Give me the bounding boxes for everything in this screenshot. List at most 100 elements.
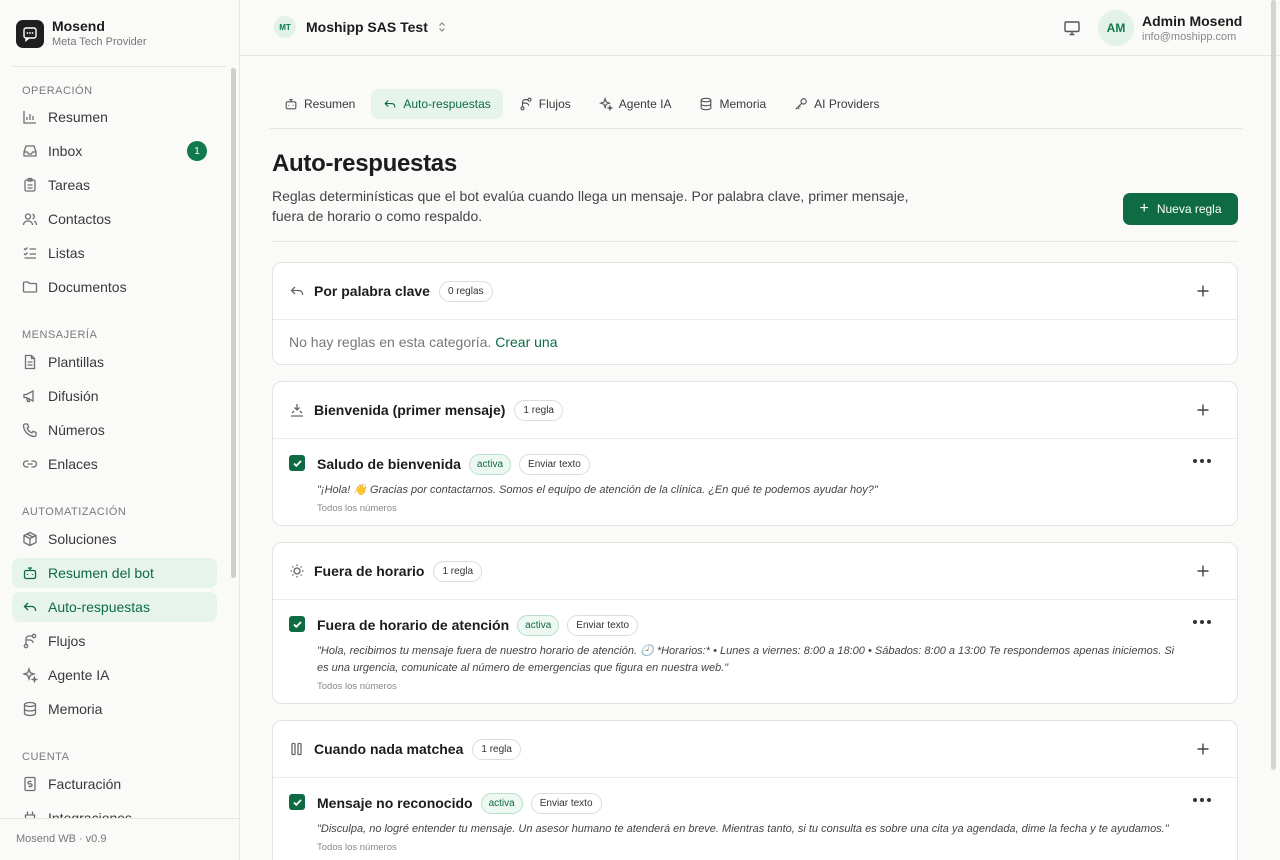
add-rule-icon[interactable] [1195,283,1211,299]
tab-auto-respuestas[interactable]: Auto-respuestas [371,89,503,119]
link-icon [22,460,38,468]
category-card-fallback: Cuando nada matchea 1 regla Mensaje no r… [272,720,1238,860]
sidebar-item-label: Resumen [48,109,108,125]
category-header: Por palabra clave 0 reglas [273,263,1237,320]
action-badge: Enviar texto [567,614,639,636]
sidebar-item-memoria[interactable]: Memoria [12,694,217,724]
rule-enabled-checkbox[interactable] [289,455,305,471]
sidebar-item-label: Resumen del bot [48,565,154,581]
sidebar-item-inbox[interactable]: Inbox 1 [12,136,217,166]
reply-icon [23,602,37,611]
category-title: Bienvenida (primer mensaje) [314,402,506,418]
add-rule-icon[interactable] [1195,563,1211,579]
brand-subtitle: Meta Tech Provider [52,36,147,48]
status-badge: activa [480,792,523,814]
bot-tabs: Resumen Auto-respuestas Flujos Agente IA… [272,89,896,119]
sidebar-item-tareas[interactable]: Tareas [12,170,217,200]
sidebar-item-flujos[interactable]: Flujos [12,626,217,656]
page-description: Reglas determinísticas que el bot evalúa… [272,188,909,224]
rule-count-badge: 1 regla [433,560,483,582]
create-rule-link[interactable]: Crear una [495,334,557,350]
more-options-icon[interactable] [1193,798,1211,804]
sidebar-item-facturacion[interactable]: Facturación [12,769,217,799]
clipboard-icon [24,177,36,192]
sparkles-icon [598,97,613,111]
sidebar-item-label: Integraciones [48,810,133,818]
sidebar-item-label: Flujos [48,633,86,649]
tab-ai-providers[interactable]: AI Providers [782,89,891,119]
reply-icon [290,286,304,295]
rule-item[interactable]: Mensaje no reconocido activa Enviar text… [273,778,1237,853]
topbar: MT Moshipp SAS Test AM Admin Mosend info… [240,0,1280,56]
category-card-welcome: Bienvenida (primer mensaje) 1 regla Salu… [272,381,1238,526]
database-icon [701,97,712,111]
sidebar-item-label: Documentos [48,279,127,295]
sidebar: Mosend Meta Tech Provider OPERACIÓN Resu… [0,0,240,860]
main-scrollbar[interactable] [1271,0,1276,770]
megaphone-icon [23,389,34,403]
check-icon [292,459,302,467]
rule-item[interactable]: Fuera de horario de atención activa Envi… [273,600,1237,692]
sidebar-item-difusion[interactable]: Difusión [12,381,217,411]
user-avatar[interactable]: AM [1098,10,1134,46]
rule-scope: Todos los números [317,503,397,514]
list-checks-icon [23,247,36,259]
sidebar-item-documentos[interactable]: Documentos [12,272,217,302]
check-icon [292,620,302,628]
sidebar-item-contactos[interactable]: Contactos [12,204,217,234]
inbox-icon [23,145,37,157]
tab-resumen[interactable]: Resumen [272,89,367,119]
sidebar-item-resumen[interactable]: Resumen [12,102,217,132]
rule-name: Saludo de bienvenida [317,456,461,472]
add-rule-icon[interactable] [1195,741,1211,757]
nav-section-operacion: OPERACIÓN [22,85,93,97]
nav-section-mensajeria: MENSAJERÍA [22,329,98,341]
rule-count-badge: 0 reglas [438,280,493,302]
key-icon [795,98,807,110]
workspace-switcher[interactable]: MT Moshipp SAS Test [274,16,448,38]
add-rule-icon[interactable] [1195,402,1211,418]
workflow-icon [23,633,37,649]
rule-item[interactable]: Saludo de bienvenida activa Enviar texto… [273,439,1237,514]
sidebar-item-label: Difusión [48,388,99,404]
rule-name: Fuera de horario de atención [317,617,510,633]
sidebar-item-plantillas[interactable]: Plantillas [12,347,217,377]
sidebar-item-listas[interactable]: Listas [12,238,217,268]
more-options-icon[interactable] [1193,459,1211,465]
status-badge: activa [468,453,512,475]
sidebar-footer-version: Mosend WB · v0.9 [0,818,240,860]
divider [270,128,1242,129]
plug-icon [24,811,36,818]
brand[interactable]: Mosend Meta Tech Provider [16,18,147,49]
plus-icon: + [1139,200,1149,217]
rule-count-badge: 1 regla [514,399,563,421]
database-icon [23,701,37,717]
category-card-keyword: Por palabra clave 0 reglas No hay reglas… [272,262,1238,365]
rule-enabled-checkbox[interactable] [289,616,305,632]
category-title: Cuando nada matchea [314,741,464,757]
action-badge: Enviar texto [519,453,590,475]
category-card-after-hours: Fuera de horario 1 regla Fuera de horari… [272,542,1238,704]
rule-message: "¡Hola! 👋 Gracias por contactarnos. Somo… [317,484,878,496]
rule-enabled-checkbox[interactable] [289,794,305,810]
tab-flujos[interactable]: Flujos [507,89,583,119]
sidebar-item-integraciones[interactable]: Integraciones [12,803,217,818]
columns-icon [291,742,302,756]
more-options-icon[interactable] [1193,620,1211,626]
workflow-icon [520,97,532,111]
rule-message: "Hola, recibimos tu mensaje fuera de nue… [317,645,1175,674]
sidebar-item-soluciones[interactable]: Soluciones [12,524,217,554]
sidebar-item-agente-ia[interactable]: Agente IA [12,660,217,690]
sidebar-scrollbar[interactable] [231,68,236,578]
sidebar-item-auto-respuestas[interactable]: Auto-respuestas [12,592,217,622]
new-rule-button[interactable]: + Nueva regla [1123,193,1238,225]
sidebar-item-numeros[interactable]: Números [12,415,217,445]
sidebar-item-enlaces[interactable]: Enlaces [12,449,217,479]
sparkles-icon [22,667,38,683]
sidebar-item-label: Plantillas [48,354,105,370]
tab-memoria[interactable]: Memoria [687,89,778,119]
tab-agente-ia[interactable]: Agente IA [587,89,684,119]
sidebar-item-label: Tareas [48,177,91,193]
sidebar-item-resumen-del-bot[interactable]: Resumen del bot [12,558,217,588]
monitor-icon[interactable] [1062,18,1082,38]
